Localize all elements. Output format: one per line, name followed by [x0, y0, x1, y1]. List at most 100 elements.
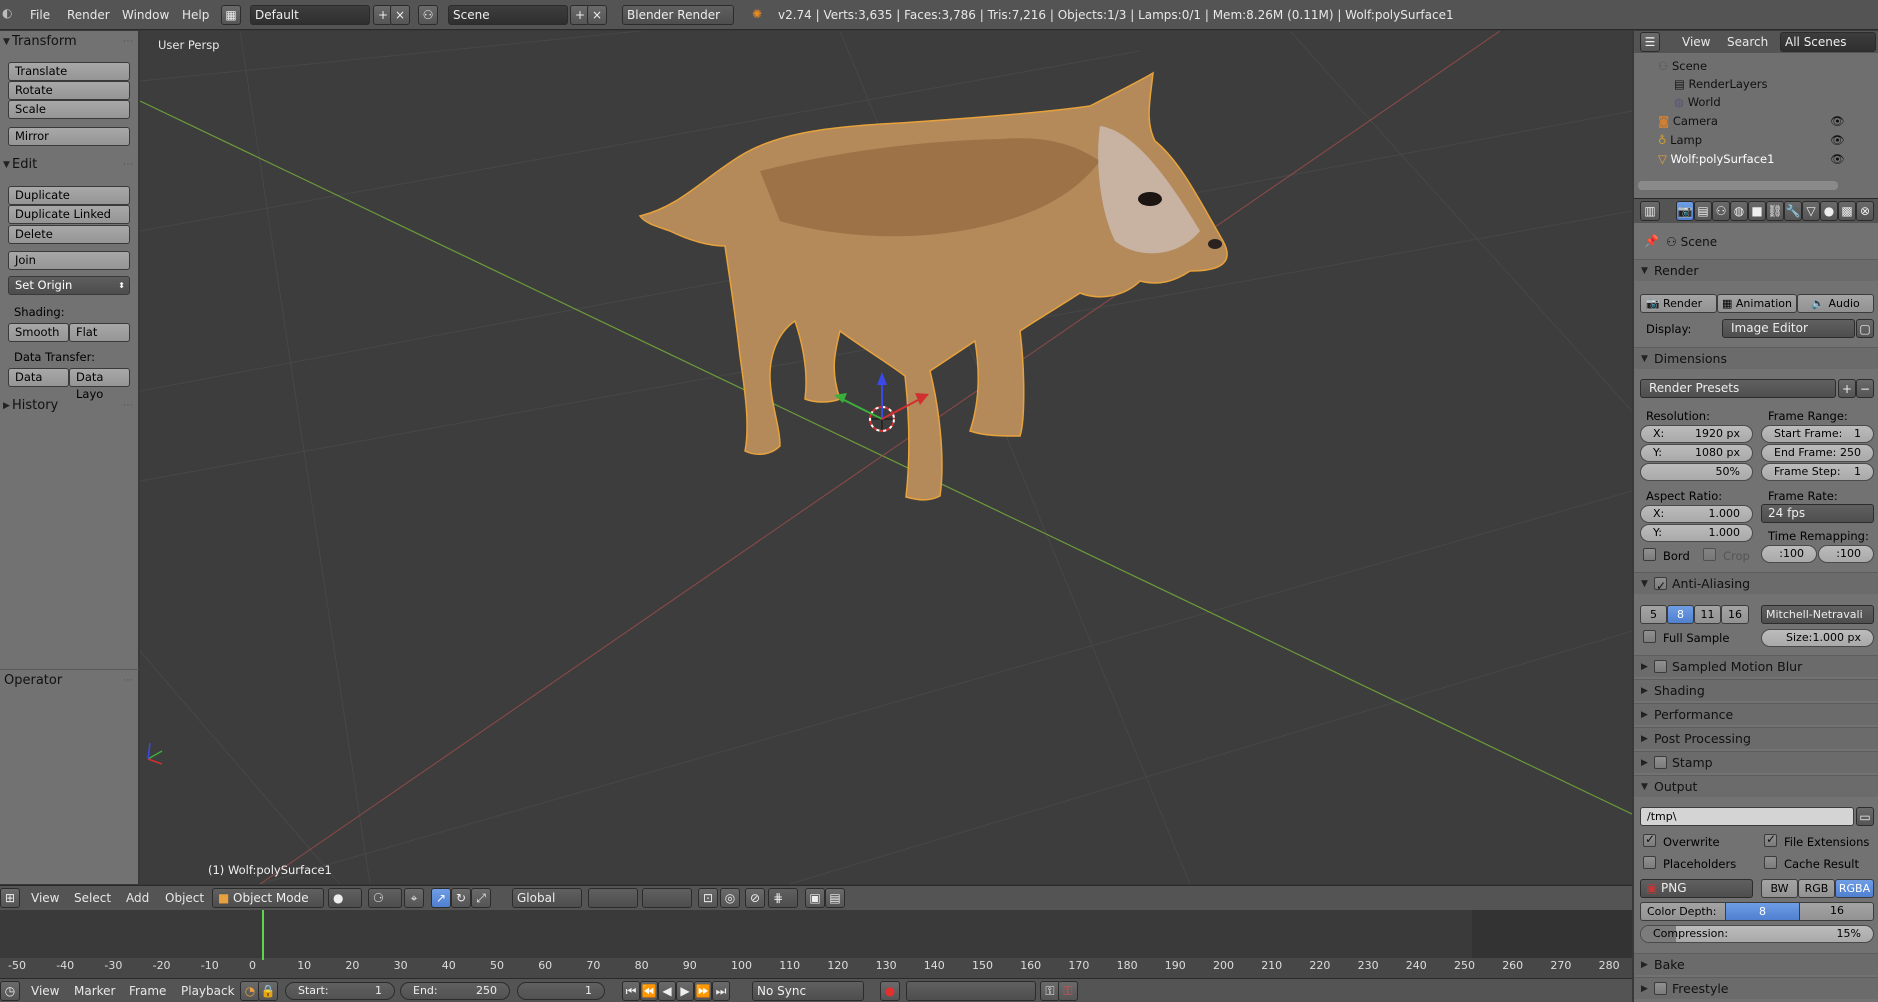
- proportional-edit-icon[interactable]: ◎: [720, 888, 740, 908]
- outliner-filter-select[interactable]: All Scenes: [1780, 32, 1876, 52]
- jump-start-icon[interactable]: ⏮: [622, 981, 640, 1001]
- start-frame-field[interactable]: Start Frame: 1: [1761, 425, 1874, 443]
- end-frame-field[interactable]: End Frame: 250: [1761, 444, 1874, 462]
- set-origin-dropdown[interactable]: Set Origin ⬍: [8, 276, 130, 295]
- outliner-item-camera[interactable]: ◙ Camera: [1658, 114, 1718, 128]
- texture-tab-icon[interactable]: ▩: [1838, 201, 1856, 221]
- aspect-x-field[interactable]: X: 1.000: [1640, 505, 1753, 523]
- editor-type-icon[interactable]: ▥: [1640, 201, 1660, 221]
- display-toggle-icon[interactable]: ▢: [1856, 319, 1874, 338]
- cache-result-checkbox[interactable]: [1764, 856, 1777, 869]
- panel-grip-icon[interactable]: ⋯: [123, 31, 133, 53]
- outliner-menu-view[interactable]: View: [1682, 35, 1710, 49]
- menu-file[interactable]: File: [30, 8, 50, 22]
- manipulator-toggle-icon[interactable]: ⌖: [404, 888, 424, 908]
- sync-select[interactable]: No Sync: [752, 981, 864, 1001]
- orientation-select[interactable]: Global: [512, 888, 582, 908]
- compression-slider[interactable]: Compression: 15%: [1640, 925, 1874, 943]
- menu-select[interactable]: Select: [74, 891, 111, 905]
- modifiers-tab-icon[interactable]: 🔧: [1784, 201, 1802, 221]
- visibility-eye-icon[interactable]: 👁: [1830, 152, 1845, 166]
- motion-blur-panel-header[interactable]: ▶ Sampled Motion Blur: [1634, 655, 1878, 677]
- viewport-canvas[interactable]: [140, 31, 1632, 884]
- constraints-tab-icon[interactable]: ⛓: [1766, 201, 1784, 221]
- tl-menu-marker[interactable]: Marker: [74, 984, 115, 998]
- remap-new-field[interactable]: :100: [1818, 545, 1874, 563]
- outliner-item-lamp[interactable]: ♁ Lamp: [1658, 133, 1702, 147]
- post-processing-panel-header[interactable]: ▶ Post Processing: [1634, 727, 1878, 749]
- render-opengl-icon[interactable]: ▣: [805, 888, 825, 908]
- operator-panel-header[interactable]: Operator ⋯: [0, 670, 139, 692]
- animation-button[interactable]: ▦ Animation: [1717, 294, 1797, 313]
- bake-panel-header[interactable]: ▶ Bake: [1634, 953, 1878, 975]
- remove-layout-icon[interactable]: ×: [390, 5, 410, 25]
- snap-element-icon[interactable]: ⋕: [768, 888, 798, 908]
- insert-keyframe-icon[interactable]: ⚿: [1040, 981, 1060, 1001]
- translate-button[interactable]: Translate: [8, 62, 130, 81]
- overwrite-checkbox[interactable]: [1643, 832, 1656, 847]
- antialiasing-panel-header[interactable]: ▼Anti-Aliasing: [1634, 572, 1878, 597]
- duplicate-linked-button[interactable]: Duplicate Linked: [8, 205, 130, 224]
- layers-block-2[interactable]: [642, 888, 692, 908]
- aa-samples-8[interactable]: 8: [1667, 605, 1694, 624]
- outliner-scrollbar[interactable]: [1638, 181, 1838, 190]
- tl-menu-frame[interactable]: Frame: [129, 984, 166, 998]
- timeline[interactable]: -50 -40 -30 -20 -10 0 10 20 30 40 50 60 70 80 90 100 110…: [0, 910, 1632, 978]
- keying-set-select[interactable]: [906, 981, 1036, 1001]
- remove-scene-icon[interactable]: ×: [587, 5, 607, 25]
- antialiasing-checkbox[interactable]: [1654, 575, 1667, 597]
- aa-filter-select[interactable]: Mitchell-Netravali: [1761, 605, 1874, 624]
- outliner-item-world[interactable]: ◍ World: [1674, 95, 1721, 109]
- stamp-panel-header[interactable]: ▶ Stamp: [1634, 751, 1878, 773]
- data-transfer-button[interactable]: Data: [8, 368, 69, 387]
- full-sample-checkbox[interactable]: [1643, 630, 1656, 643]
- jump-end-icon[interactable]: ⏭: [712, 981, 730, 1001]
- output-panel-header[interactable]: ▼ Output: [1634, 775, 1878, 797]
- rotate-button[interactable]: Rotate: [8, 81, 130, 100]
- color-rgb-button[interactable]: RGB: [1798, 879, 1835, 898]
- border-checkbox[interactable]: [1643, 548, 1656, 561]
- material-tab-icon[interactable]: ●: [1820, 201, 1838, 221]
- menu-view[interactable]: View: [31, 891, 59, 905]
- aspect-y-field[interactable]: Y: 1.000: [1640, 524, 1753, 542]
- placeholders-checkbox[interactable]: [1643, 856, 1656, 869]
- aa-samples-11[interactable]: 11: [1694, 605, 1721, 624]
- outliner-item-wolf[interactable]: ▽ Wolf:polySurface1: [1658, 152, 1774, 166]
- record-icon[interactable]: ●: [880, 981, 900, 1001]
- crop-checkbox[interactable]: [1703, 548, 1716, 561]
- outliner[interactable]: ⚇ Scene ▤ RenderLayers ◍ World ◙ Camera …: [1634, 31, 1878, 198]
- frame-rate-select[interactable]: 24 fps: [1761, 504, 1874, 523]
- render-animation-icon[interactable]: ▤: [825, 888, 845, 908]
- add-preset-icon[interactable]: +: [1838, 379, 1856, 398]
- editor-type-icon[interactable]: ◷: [0, 981, 20, 1001]
- resolution-x-field[interactable]: X: 1920 px: [1640, 425, 1753, 443]
- depth-16-button[interactable]: 16: [1800, 902, 1874, 921]
- data-tab-icon[interactable]: ▽: [1802, 201, 1820, 221]
- scene-tab-icon[interactable]: ⚇: [1712, 201, 1730, 221]
- frame-ruler[interactable]: [0, 958, 1632, 978]
- object-tab-icon[interactable]: ■: [1748, 201, 1766, 221]
- jump-prev-key-icon[interactable]: ⏪: [640, 981, 658, 1001]
- editor-type-icon[interactable]: ⊞: [0, 888, 20, 908]
- color-bw-button[interactable]: BW: [1761, 879, 1798, 898]
- transform-panel-header[interactable]: ▼ Transform ⋯: [0, 31, 139, 53]
- display-select[interactable]: Image Editor: [1722, 319, 1855, 338]
- dimensions-panel-header[interactable]: ▼ Dimensions: [1634, 347, 1878, 369]
- render-tab-icon[interactable]: 📷: [1676, 201, 1694, 221]
- panel-grip-icon[interactable]: ⋯: [123, 395, 133, 417]
- menu-render[interactable]: Render: [67, 8, 110, 22]
- physics-tab-icon[interactable]: ⊗: [1856, 201, 1874, 221]
- menu-window[interactable]: Window: [122, 8, 169, 22]
- pivot-point-icon[interactable]: ⚆: [368, 888, 402, 908]
- current-frame-field[interactable]: 1: [517, 982, 605, 1000]
- screen-layout-icon[interactable]: ▦: [221, 5, 241, 25]
- play-icon[interactable]: ▶: [676, 981, 694, 1001]
- visibility-eye-icon[interactable]: 👁: [1830, 114, 1845, 128]
- depth-8-button[interactable]: 8: [1725, 902, 1800, 921]
- tl-menu-playback[interactable]: Playback: [181, 984, 235, 998]
- mode-select[interactable]: ■ Object Mode: [212, 888, 324, 908]
- stamp-checkbox[interactable]: [1654, 756, 1667, 769]
- jump-next-key-icon[interactable]: ⏩: [694, 981, 712, 1001]
- preview-range-icon[interactable]: ◔: [240, 981, 260, 1001]
- lock-range-icon[interactable]: 🔒: [258, 981, 278, 1001]
